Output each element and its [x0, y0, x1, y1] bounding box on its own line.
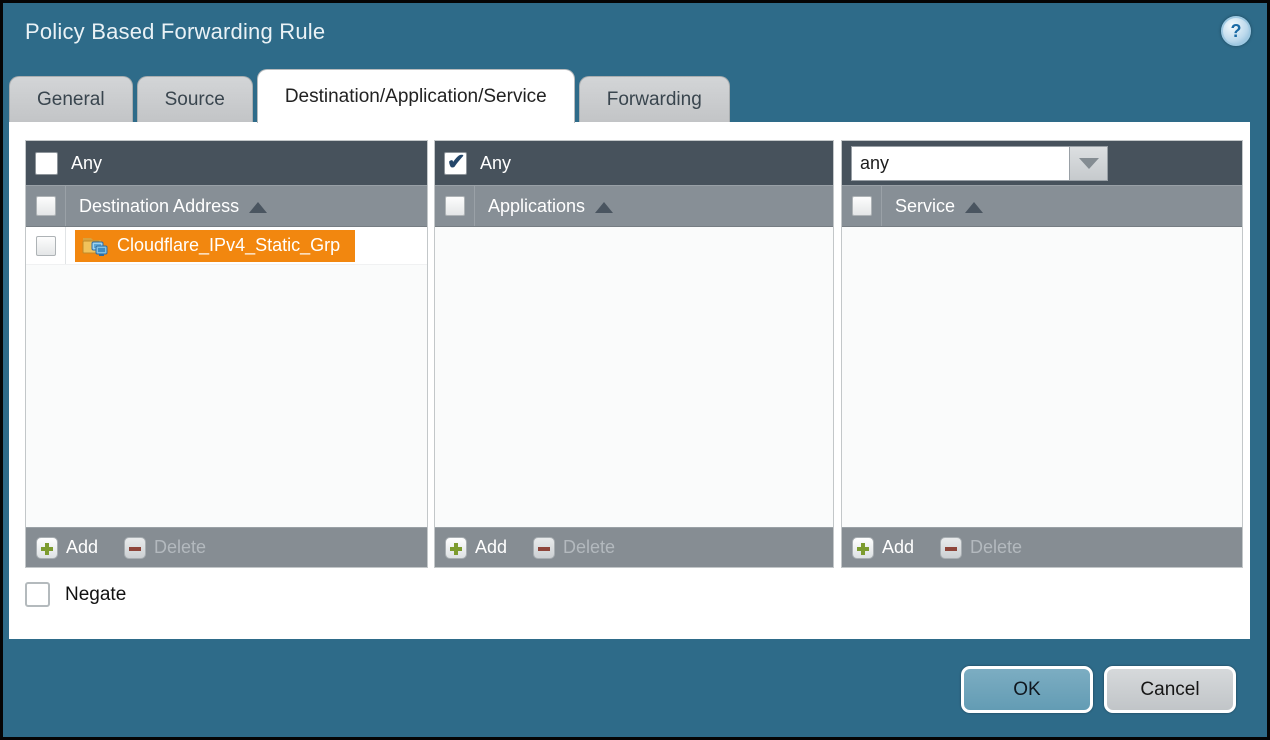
- tab-destination-application-service[interactable]: Destination/Application/Service: [257, 69, 575, 123]
- selected-address-group[interactable]: Cloudflare_IPv4_Static_Grp: [75, 230, 355, 262]
- policy-forwarding-dialog: Policy Based Forwarding Rule ? General S…: [0, 0, 1270, 740]
- negate-option: Negate: [25, 582, 126, 607]
- add-button[interactable]: Add: [445, 537, 507, 559]
- service-toolbar: Add Delete: [842, 527, 1242, 567]
- add-button[interactable]: Add: [852, 537, 914, 559]
- service-column: any Service Add: [841, 140, 1243, 568]
- applications-header-label[interactable]: Applications: [488, 196, 585, 217]
- service-header-label[interactable]: Service: [895, 196, 955, 217]
- destination-any-checkbox[interactable]: [35, 152, 58, 175]
- add-button[interactable]: Add: [36, 537, 98, 559]
- applications-column-header: Applications: [435, 185, 833, 227]
- sort-asc-icon[interactable]: [249, 202, 267, 213]
- service-list: [842, 227, 1242, 527]
- service-dropdown-button[interactable]: [1070, 146, 1108, 181]
- applications-column: Any Applications Add Delete: [434, 140, 834, 568]
- delete-button[interactable]: Delete: [533, 537, 615, 559]
- service-column-header: Service: [842, 185, 1242, 227]
- destination-toolbar: Add Delete: [26, 527, 427, 567]
- applications-any-checkbox[interactable]: [444, 152, 467, 175]
- plus-icon: [445, 537, 467, 559]
- tab-general[interactable]: General: [9, 76, 133, 123]
- destination-any-label: Any: [71, 153, 102, 174]
- help-icon[interactable]: ?: [1221, 16, 1251, 46]
- tab-content-panel: Any Destination Address: [9, 122, 1250, 639]
- destination-column-header: Destination Address: [26, 185, 427, 227]
- plus-icon: [36, 537, 58, 559]
- cancel-button[interactable]: Cancel: [1104, 666, 1236, 713]
- destination-list: Cloudflare_IPv4_Static_Grp: [26, 227, 427, 527]
- tab-forwarding[interactable]: Forwarding: [579, 76, 730, 123]
- applications-any-bar: Any: [435, 141, 833, 185]
- minus-icon: [533, 537, 555, 559]
- destination-address-column: Any Destination Address: [25, 140, 428, 568]
- service-select-all-checkbox[interactable]: [852, 196, 872, 216]
- service-dropdown-bar: any: [842, 141, 1242, 185]
- delete-button[interactable]: Delete: [940, 537, 1022, 559]
- minus-icon: [124, 537, 146, 559]
- negate-label: Negate: [65, 584, 126, 606]
- negate-checkbox[interactable]: [25, 582, 50, 607]
- table-row[interactable]: Cloudflare_IPv4_Static_Grp: [26, 227, 427, 265]
- delete-button[interactable]: Delete: [124, 537, 206, 559]
- sort-asc-icon[interactable]: [965, 202, 983, 213]
- applications-any-label: Any: [480, 153, 511, 174]
- chevron-down-icon: [1079, 158, 1099, 169]
- service-dropdown-value[interactable]: any: [851, 146, 1070, 181]
- destination-header-label[interactable]: Destination Address: [79, 196, 239, 217]
- plus-icon: [852, 537, 874, 559]
- address-group-icon: [81, 234, 108, 257]
- dialog-title: Policy Based Forwarding Rule: [25, 19, 325, 45]
- destination-any-bar: Any: [26, 141, 427, 185]
- row-checkbox[interactable]: [36, 236, 56, 256]
- destination-select-all-checkbox[interactable]: [36, 196, 56, 216]
- applications-list: [435, 227, 833, 527]
- sort-asc-icon[interactable]: [595, 202, 613, 213]
- service-dropdown[interactable]: any: [851, 146, 1108, 181]
- applications-toolbar: Add Delete: [435, 527, 833, 567]
- applications-select-all-checkbox[interactable]: [445, 196, 465, 216]
- ok-button[interactable]: OK: [961, 666, 1093, 713]
- tab-source[interactable]: Source: [137, 76, 253, 123]
- tab-bar: General Source Destination/Application/S…: [9, 69, 730, 123]
- address-group-name: Cloudflare_IPv4_Static_Grp: [117, 235, 340, 256]
- minus-icon: [940, 537, 962, 559]
